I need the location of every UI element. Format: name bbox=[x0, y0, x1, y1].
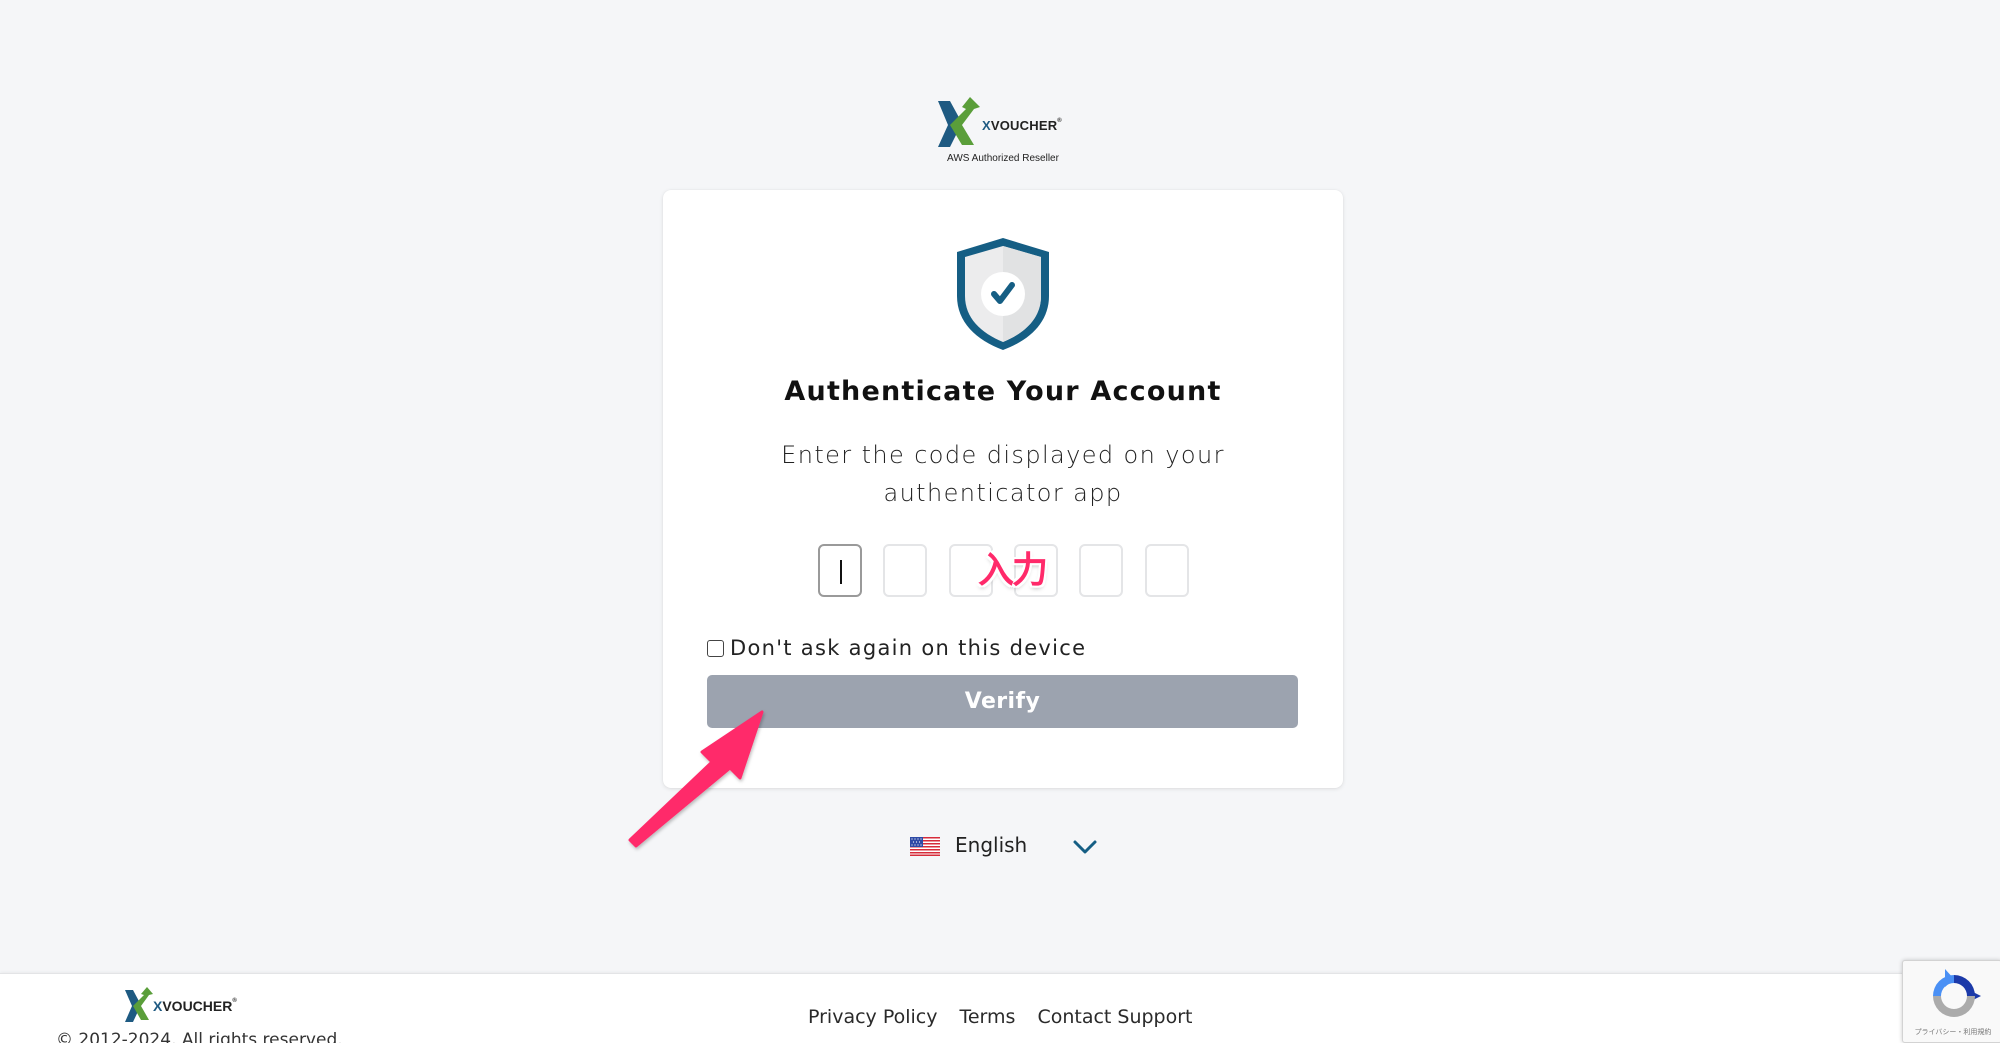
us-flag-icon bbox=[910, 837, 940, 856]
annotation-arrow-icon bbox=[628, 710, 764, 848]
footer-links: Privacy Policy Terms Contact Support bbox=[808, 1006, 1193, 1028]
annotation-input-label: 入力 bbox=[978, 550, 1048, 591]
language-selector[interactable]: English bbox=[908, 830, 1103, 862]
otp-digit-5[interactable] bbox=[1079, 544, 1123, 597]
shield-check-icon bbox=[957, 238, 1049, 350]
text-caret bbox=[840, 560, 842, 584]
chevron-down-icon bbox=[1073, 840, 1097, 854]
copyright-text: © 2012-2024. All rights reserved. bbox=[56, 1030, 343, 1043]
xvoucher-logo: XVOUCHER® AWS Authorized Reseller bbox=[936, 95, 1070, 167]
otp-digit-6[interactable] bbox=[1145, 544, 1189, 597]
auth-card: Authenticate Your Account Enter the code… bbox=[663, 190, 1343, 788]
brand-name: XVOUCHER® bbox=[153, 998, 237, 1014]
terms-link[interactable]: Terms bbox=[959, 1006, 1015, 1028]
xvoucher-x-mark-icon bbox=[125, 987, 153, 1022]
remember-device-checkbox[interactable] bbox=[707, 639, 724, 657]
recaptcha-icon bbox=[1933, 969, 1981, 1017]
otp-digit-1[interactable] bbox=[818, 544, 862, 597]
otp-digit-2[interactable] bbox=[883, 544, 927, 597]
recaptcha-badge[interactable]: プライバシー・利用規約 bbox=[1902, 960, 2000, 1043]
footer: XVOUCHER® © 2012-2024. All rights reserv… bbox=[0, 973, 2000, 1043]
footer-logo: XVOUCHER® bbox=[124, 986, 250, 1024]
brand-tagline: AWS Authorized Reseller bbox=[947, 153, 1059, 164]
brand-name: XVOUCHER® bbox=[982, 118, 1062, 133]
remember-device-label: Don't ask again on this device bbox=[730, 636, 1087, 660]
contact-support-link[interactable]: Contact Support bbox=[1037, 1006, 1192, 1028]
remember-device-option[interactable]: Don't ask again on this device bbox=[707, 634, 1086, 662]
language-label: English bbox=[955, 833, 1028, 857]
privacy-policy-link[interactable]: Privacy Policy bbox=[808, 1006, 937, 1028]
page-subtitle: Enter the code displayed on your authent… bbox=[781, 441, 1225, 507]
recaptcha-terms[interactable]: プライバシー・利用規約 bbox=[1907, 1027, 1999, 1037]
page-title: Authenticate Your Account bbox=[784, 376, 1222, 407]
verify-button[interactable]: Verify bbox=[707, 675, 1298, 728]
